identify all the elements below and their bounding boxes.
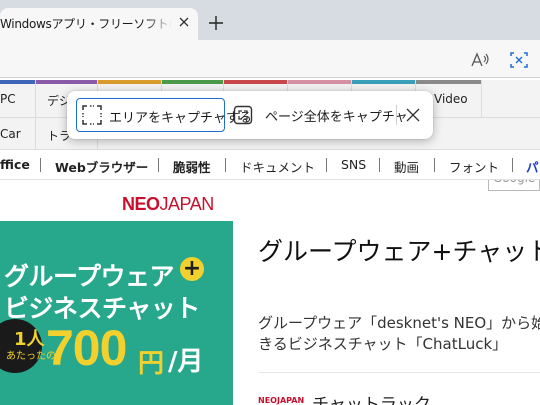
ad-per-month: /月 — [168, 347, 204, 377]
category-label: Video — [434, 92, 468, 106]
ad-price: 700 — [46, 320, 127, 376]
tab-strip: Windowsアプリ・フリーソフトのおすすめ — [0, 0, 540, 40]
area-select-icon — [82, 105, 102, 125]
tag-office[interactable]: ffice — [0, 157, 30, 172]
next-item-title[interactable]: チャットラック — [312, 390, 431, 405]
tag-separator — [326, 158, 327, 172]
category-label: PC — [0, 92, 16, 106]
plus-icon[interactable] — [207, 14, 225, 32]
capture-full-page-label: ページ全体をキャプチャ — [265, 110, 408, 125]
tag-separator — [40, 158, 41, 172]
tag-separator — [379, 158, 380, 172]
capture-full-page-button[interactable]: ページ全体をキャプチャ — [231, 98, 408, 132]
next-item-logo: NEOJAPAN — [258, 396, 305, 405]
full-page-icon — [233, 105, 253, 125]
capture-area-button[interactable]: エリアをキャプチャする — [76, 98, 252, 132]
category-pc[interactable]: PC — [0, 80, 36, 118]
tag-vulnerability[interactable]: 脆弱性 — [173, 157, 211, 176]
tag-separator — [158, 158, 159, 172]
popup-separator — [396, 105, 397, 125]
tag-nav: ffice Webブラウザー 脆弱性 ドキュメント SNS 動画 フォント パ — [0, 150, 540, 180]
article-description-line-1: グループウェア「desknet's NEO」から始 — [258, 314, 540, 332]
browser-tab[interactable]: Windowsアプリ・フリーソフトのおすすめ — [0, 8, 198, 40]
web-capture-icon[interactable] — [508, 50, 530, 70]
tag-sns[interactable]: SNS — [341, 157, 366, 172]
category-color-bar — [98, 80, 161, 84]
tag-more[interactable]: パ — [526, 157, 539, 176]
plus-circle-icon: + — [180, 257, 204, 281]
tag-font[interactable]: フォント — [449, 157, 499, 176]
ad-banner[interactable]: グループウェア + ビジネスチャット 1人 あたったの 700 円 /月 — [0, 221, 233, 405]
article-headline[interactable]: グループウェア+チャット — [258, 232, 540, 268]
category-color-bar — [224, 80, 287, 84]
tag-separator — [434, 158, 435, 172]
tab-title: Windowsアプリ・フリーソフトのおすすめ — [0, 17, 172, 31]
web-capture-popup: エリアをキャプチャする ページ全体をキャプチャ — [67, 91, 433, 139]
divider — [258, 372, 540, 373]
tag-web-browser[interactable]: Webブラウザー — [55, 157, 148, 176]
category-car[interactable]: Car — [0, 118, 36, 150]
close-icon[interactable] — [405, 107, 421, 123]
tag-separator — [512, 158, 513, 172]
logo-text-bold: NEO — [122, 194, 160, 214]
category-color-bar — [288, 80, 351, 84]
ad-line-1: グループウェア — [4, 262, 175, 291]
read-aloud-icon[interactable] — [470, 51, 490, 69]
ad-currency: 円 — [138, 349, 165, 379]
tag-video[interactable]: 動画 — [394, 157, 419, 176]
category-label: Car — [0, 127, 21, 141]
logo-text-thin: JAPAN — [159, 194, 215, 214]
close-icon[interactable] — [176, 14, 192, 30]
sponsor-logo[interactable]: NEOJAPAN — [122, 194, 214, 215]
category-color-bar — [0, 80, 35, 84]
category-color-bar — [36, 80, 97, 84]
category-color-bar — [352, 80, 415, 84]
address-bar — [0, 40, 540, 78]
tag-document[interactable]: ドキュメント — [240, 157, 315, 176]
category-color-bar — [416, 80, 481, 84]
tag-separator — [225, 158, 226, 172]
article-description-line-2: きるビジネスチャット「ChatLuck」 — [258, 335, 508, 353]
category-color-bar — [162, 80, 223, 84]
